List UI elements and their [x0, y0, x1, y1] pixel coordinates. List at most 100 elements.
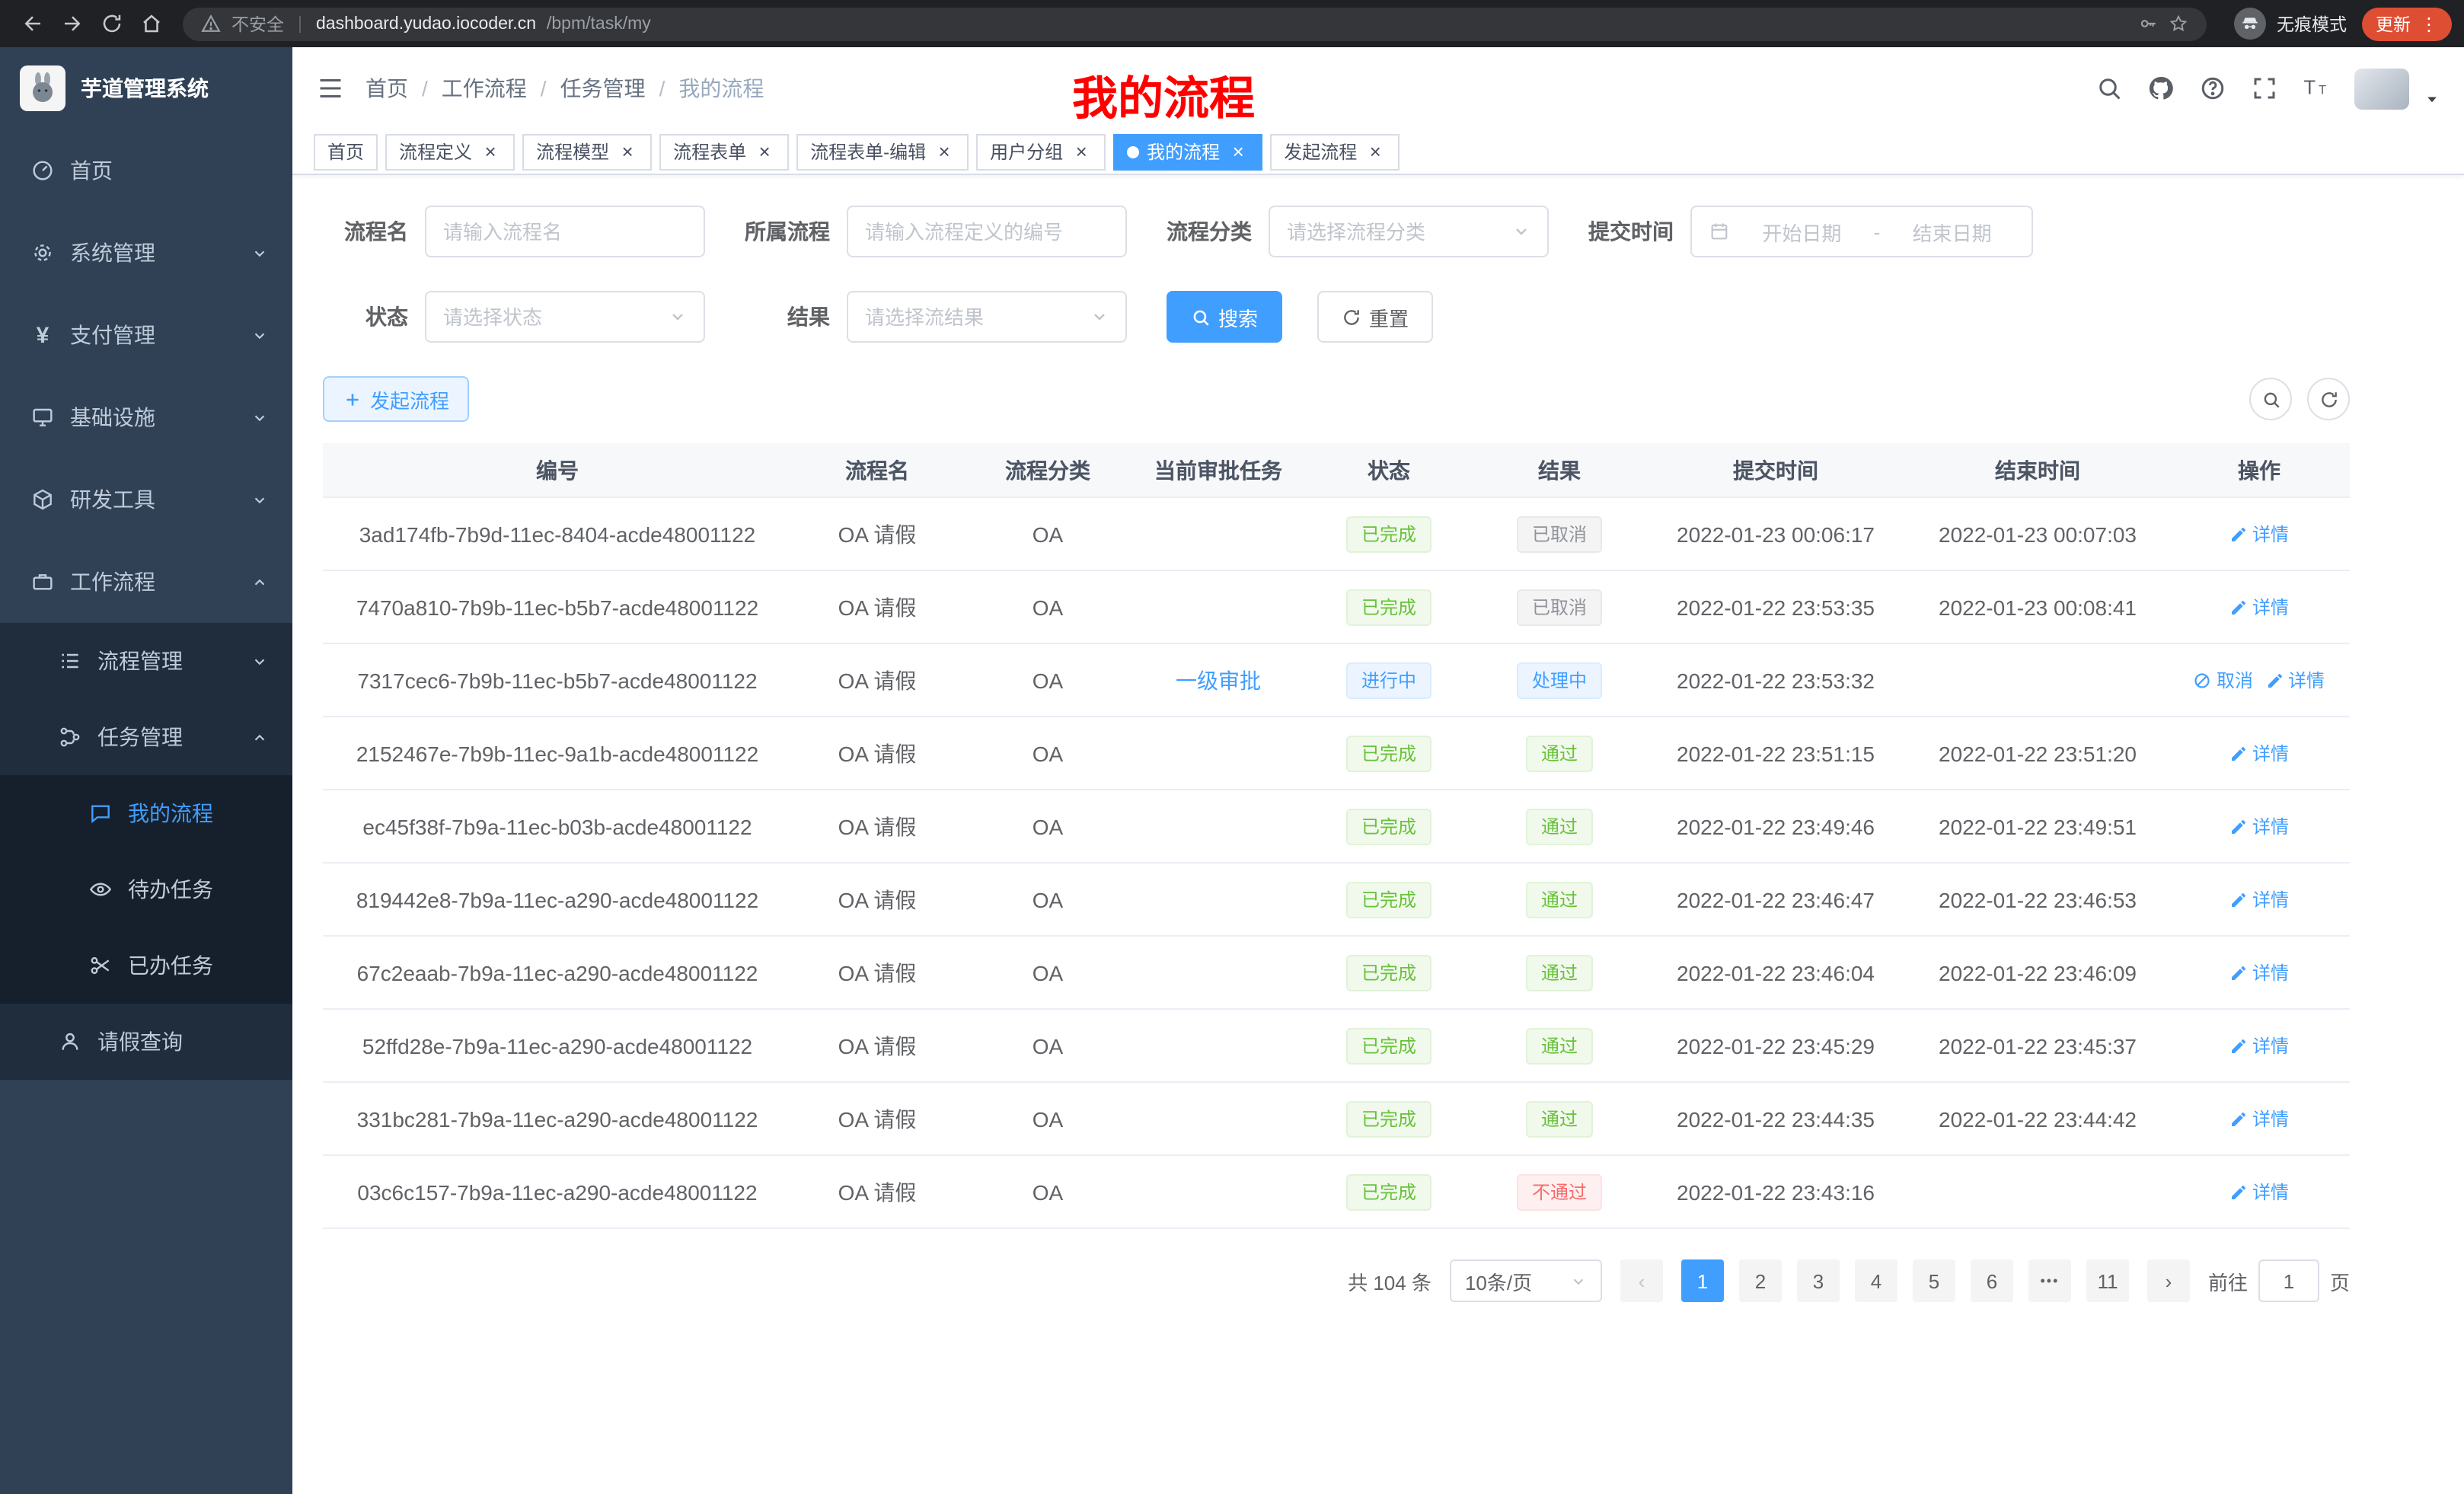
breadcrumb-task-management[interactable]: 任务管理: [560, 73, 646, 104]
edit-icon: [2265, 671, 2284, 689]
tab-close-icon[interactable]: ×: [1364, 141, 1386, 162]
detail-link[interactable]: 详情: [2265, 667, 2325, 693]
process-name-field[interactable]: [443, 220, 687, 243]
github-link[interactable]: [2147, 75, 2175, 102]
date-range-picker[interactable]: 开始日期 - 结束日期: [1690, 206, 2033, 257]
status-badge: 已完成: [1346, 1027, 1431, 1064]
cell-process-id: 331bc281-7b9a-11ec-a290-acde48001122: [323, 1106, 792, 1131]
category-select[interactable]: [1269, 206, 1549, 257]
address-bar[interactable]: 不安全 | dashboard.yudao.iocoder.cn/bpm/tas…: [183, 7, 2207, 40]
breadcrumb-home[interactable]: 首页: [365, 73, 408, 104]
process-definition-input[interactable]: [847, 206, 1127, 257]
help-button[interactable]: [2199, 75, 2226, 102]
user-avatar[interactable]: [2354, 68, 2409, 109]
fullscreen-button[interactable]: [2251, 75, 2278, 102]
detail-link[interactable]: 详情: [2229, 959, 2289, 985]
pagination-page-3[interactable]: 3: [1797, 1259, 1840, 1302]
tab-close-icon[interactable]: ×: [934, 141, 955, 162]
bookmark-star-icon[interactable]: [2169, 14, 2188, 34]
key-icon[interactable]: [2138, 14, 2158, 34]
sidebar-item-done-tasks[interactable]: 已办任务: [0, 927, 292, 1004]
font-size-button[interactable]: TT: [2303, 75, 2330, 102]
sidebar-item-system[interactable]: 系统管理: [0, 212, 292, 294]
cell-result: 通过: [1474, 881, 1645, 918]
detail-link[interactable]: 详情: [2229, 594, 2289, 620]
process-definition-field[interactable]: [865, 220, 1109, 243]
detail-link[interactable]: 详情: [2229, 1106, 2289, 1132]
pagination-page-11[interactable]: 11: [2086, 1259, 2129, 1302]
header-search-button[interactable]: [2095, 75, 2123, 102]
reset-button[interactable]: 重置: [1317, 291, 1433, 343]
tab-0[interactable]: 首页: [314, 133, 378, 170]
result-field[interactable]: [865, 305, 1081, 328]
pagination-page-2[interactable]: 2: [1739, 1259, 1782, 1302]
category-field[interactable]: [1287, 220, 1503, 243]
status-select[interactable]: [425, 291, 705, 343]
sidebar-item-home[interactable]: 首页: [0, 129, 292, 212]
pagination-prev-button[interactable]: ‹: [1620, 1259, 1663, 1302]
browser-update-button[interactable]: 更新 ⋮: [2362, 7, 2452, 40]
tab-close-icon[interactable]: ×: [754, 141, 775, 162]
sidebar-item-leave-query[interactable]: 请假查询: [0, 1004, 292, 1080]
browser-back-button[interactable]: [12, 4, 52, 43]
sidebar-item-workflow[interactable]: 工作流程: [0, 541, 292, 623]
goto-page-input[interactable]: [2258, 1259, 2319, 1302]
pagination-more-button[interactable]: •••: [2028, 1259, 2071, 1302]
detail-link[interactable]: 详情: [2229, 1179, 2289, 1205]
create-process-button[interactable]: 发起流程: [323, 376, 469, 422]
caret-down-icon[interactable]: [2424, 91, 2440, 106]
tab-close-icon[interactable]: ×: [480, 141, 501, 162]
tab-2[interactable]: 流程模型×: [522, 133, 652, 170]
sidebar-item-todo-tasks[interactable]: 待办任务: [0, 851, 292, 927]
column-header-3: 当前审批任务: [1133, 455, 1304, 485]
toggle-search-button[interactable]: [2249, 378, 2292, 420]
breadcrumb-workflow[interactable]: 工作流程: [442, 73, 527, 104]
tab-close-icon[interactable]: ×: [617, 141, 638, 162]
sidebar-item-payment[interactable]: ¥ 支付管理: [0, 294, 292, 376]
tab-5[interactable]: 用户分组×: [976, 133, 1106, 170]
pagination-next-button[interactable]: ›: [2147, 1259, 2190, 1302]
sidebar-item-infrastructure[interactable]: 基础设施: [0, 376, 292, 458]
sidebar-logo[interactable]: 芋道管理系统: [0, 47, 292, 129]
sidebar-item-devtools[interactable]: 研发工具: [0, 458, 292, 541]
sidebar-item-task-management[interactable]: 任务管理: [0, 699, 292, 775]
process-name-input[interactable]: [425, 206, 705, 257]
detail-link[interactable]: 详情: [2229, 886, 2289, 912]
browser-home-button[interactable]: [131, 4, 171, 43]
cancel-link[interactable]: 取消: [2194, 667, 2253, 693]
tab-close-icon[interactable]: ×: [1071, 141, 1092, 162]
detail-link[interactable]: 详情: [2229, 813, 2289, 839]
detail-link[interactable]: 详情: [2229, 521, 2289, 547]
table-row: 7470a810-7b9b-11ec-b5b7-acde48001122OA 请…: [323, 571, 2350, 644]
detail-link[interactable]: 详情: [2229, 1033, 2289, 1058]
sidebar-item-my-process[interactable]: 我的流程: [0, 775, 292, 851]
tab-1[interactable]: 流程定义×: [385, 133, 515, 170]
end-date-placeholder[interactable]: 结束日期: [1889, 217, 2015, 246]
pagination-page-1[interactable]: 1: [1681, 1259, 1724, 1302]
search-button[interactable]: 搜索: [1167, 291, 1282, 343]
chevron-down-icon: [251, 491, 268, 508]
pagination-page-6[interactable]: 6: [1971, 1259, 2013, 1302]
current-task-link[interactable]: 一级审批: [1176, 665, 1261, 695]
result-select[interactable]: [847, 291, 1127, 343]
browser-menu-icon[interactable]: ⋮: [2420, 13, 2438, 34]
sidebar-item-process-management[interactable]: 流程管理: [0, 623, 292, 699]
page-size-select[interactable]: 10条/页: [1450, 1259, 1602, 1302]
tab-4[interactable]: 流程表单-编辑×: [796, 133, 969, 170]
browser-forward-button[interactable]: [52, 4, 91, 43]
browser-refresh-button[interactable]: [91, 4, 131, 43]
refresh-table-button[interactable]: [2307, 378, 2350, 420]
status-field[interactable]: [443, 305, 659, 328]
tab-7[interactable]: 发起流程×: [1270, 133, 1400, 170]
status-badge: 进行中: [1346, 662, 1431, 698]
tab-6[interactable]: 我的流程×: [1113, 133, 1262, 170]
sidebar-fold-button[interactable]: [317, 75, 344, 102]
tab-3[interactable]: 流程表单×: [659, 133, 789, 170]
pagination-page-5[interactable]: 5: [1913, 1259, 1955, 1302]
cell-category: OA: [962, 1106, 1133, 1131]
tab-close-icon[interactable]: ×: [1227, 141, 1249, 162]
pagination-page-4[interactable]: 4: [1855, 1259, 1897, 1302]
eye-icon: [88, 877, 113, 902]
detail-link[interactable]: 详情: [2229, 740, 2289, 766]
start-date-placeholder[interactable]: 开始日期: [1739, 217, 1865, 246]
